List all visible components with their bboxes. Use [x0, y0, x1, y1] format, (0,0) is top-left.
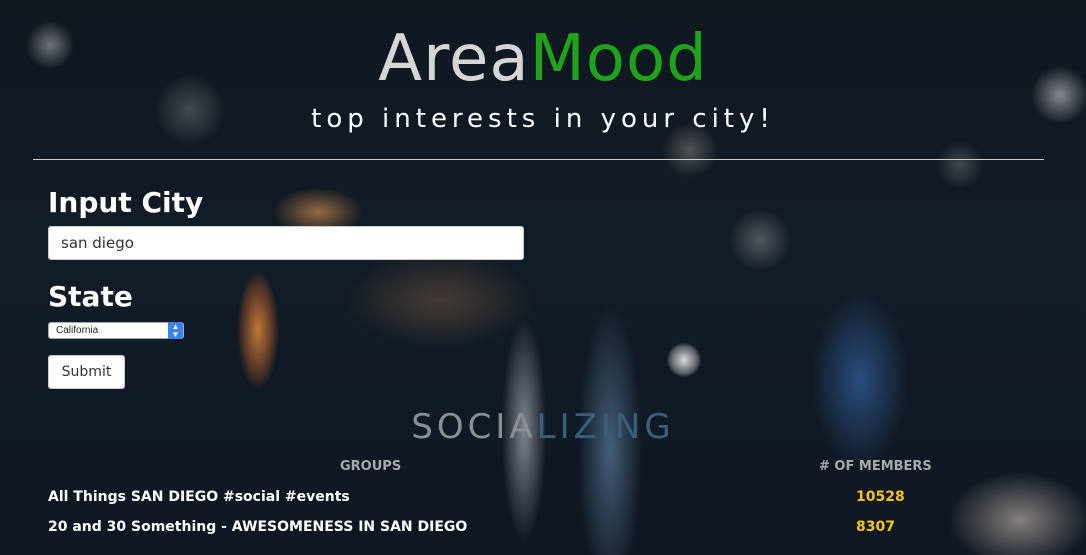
- logo-mood-text: Mood: [529, 22, 708, 96]
- state-selected-value: California: [56, 325, 99, 336]
- members-column-header: # OF MEMBERS: [819, 459, 932, 474]
- page-content: AreaMood top interests in your city! Inp…: [0, 0, 1086, 555]
- logo-area-text: Area: [378, 22, 530, 96]
- category-title: SOCIALIZING: [0, 404, 1086, 450]
- category-title-part1: SOCIA: [411, 407, 537, 447]
- state-select[interactable]: California ▲ ▼: [48, 322, 184, 339]
- city-label: Input City: [48, 186, 204, 219]
- group-name[interactable]: All Things SAN DIEGO #social #events: [48, 489, 350, 505]
- member-count: 10528: [856, 489, 905, 505]
- header-divider: [33, 159, 1044, 160]
- groups-column-header: GROUPS: [340, 459, 402, 474]
- tagline: top interests in your city!: [311, 104, 775, 134]
- group-name[interactable]: 20 and 30 Something - AWESOMENESS IN SAN…: [48, 519, 467, 535]
- member-count: 8307: [856, 519, 895, 535]
- app-logo: AreaMood: [0, 22, 1086, 96]
- chevron-up-down-icon: ▲ ▼: [168, 322, 183, 339]
- table-row: All Things SAN DIEGO #social #events 105…: [0, 489, 1086, 519]
- table-row: 20 and 30 Something - AWESOMENESS IN SAN…: [0, 519, 1086, 549]
- state-label: State: [48, 280, 133, 313]
- submit-button[interactable]: Submit: [48, 355, 125, 389]
- category-title-part2: LIZING: [536, 407, 675, 447]
- city-input[interactable]: san diego: [48, 226, 524, 260]
